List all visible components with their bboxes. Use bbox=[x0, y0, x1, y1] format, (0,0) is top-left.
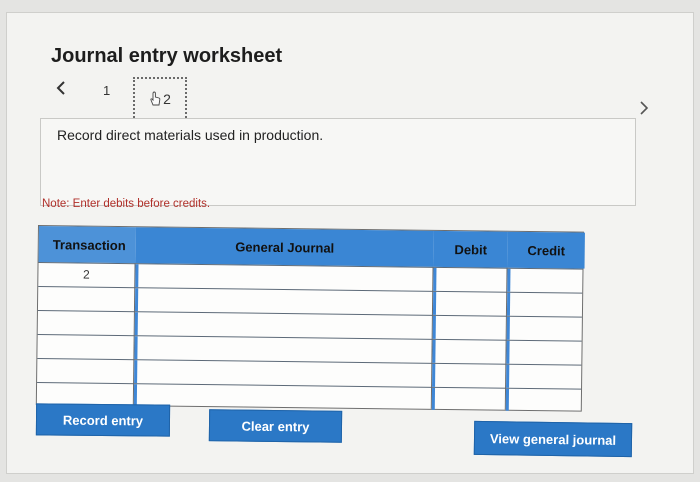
step-1-tab[interactable]: 1 bbox=[103, 83, 110, 98]
account-input[interactable] bbox=[134, 336, 432, 363]
instruction-box: Record direct materials used in producti… bbox=[40, 118, 636, 206]
credit-input[interactable] bbox=[507, 268, 584, 293]
debit-input[interactable] bbox=[431, 387, 506, 411]
chevron-right-icon bbox=[640, 101, 649, 115]
credit-input[interactable] bbox=[506, 340, 583, 365]
page-title: Journal entry worksheet bbox=[51, 45, 283, 67]
prev-step-button[interactable] bbox=[51, 77, 71, 99]
step-2-label: 2 bbox=[163, 91, 171, 107]
credit-input[interactable] bbox=[506, 364, 583, 389]
account-input[interactable] bbox=[135, 264, 433, 291]
general-journal-header: General Journal bbox=[135, 227, 434, 267]
credit-input[interactable] bbox=[505, 388, 583, 412]
chevron-left-icon bbox=[56, 81, 65, 95]
transaction-cell bbox=[38, 287, 134, 310]
account-input[interactable] bbox=[134, 360, 432, 387]
credit-input[interactable] bbox=[506, 316, 583, 341]
transaction-cell bbox=[38, 311, 134, 334]
transaction-header: Transaction bbox=[38, 226, 136, 264]
record-entry-button[interactable]: Record entry bbox=[35, 403, 171, 437]
debit-input[interactable] bbox=[432, 339, 506, 364]
debit-input[interactable] bbox=[433, 267, 507, 292]
debit-input[interactable] bbox=[432, 315, 506, 340]
transaction-cell bbox=[37, 359, 133, 382]
account-input[interactable] bbox=[133, 384, 432, 410]
transaction-cell: 2 bbox=[82, 267, 90, 282]
clear-entry-button[interactable]: Clear entry bbox=[208, 409, 343, 443]
account-input[interactable] bbox=[134, 312, 432, 339]
debit-input[interactable] bbox=[432, 291, 507, 316]
debit-input[interactable] bbox=[432, 363, 506, 388]
transaction-cell bbox=[37, 335, 133, 358]
view-general-journal-button[interactable]: View general journal bbox=[473, 420, 633, 458]
debit-header: Debit bbox=[433, 230, 508, 268]
instruction-text: Record direct materials used in producti… bbox=[57, 127, 324, 143]
credit-header: Credit bbox=[507, 231, 585, 269]
hand-pointer-icon bbox=[150, 91, 161, 106]
credit-input[interactable] bbox=[506, 292, 584, 317]
note-text: Note: Enter debits before credits. bbox=[42, 198, 211, 210]
journal-table: Transaction General Journal Debit Credit… bbox=[35, 225, 585, 412]
account-input[interactable] bbox=[134, 288, 433, 315]
next-step-button[interactable] bbox=[633, 97, 655, 119]
step-2-tab[interactable]: 2 bbox=[133, 77, 187, 121]
